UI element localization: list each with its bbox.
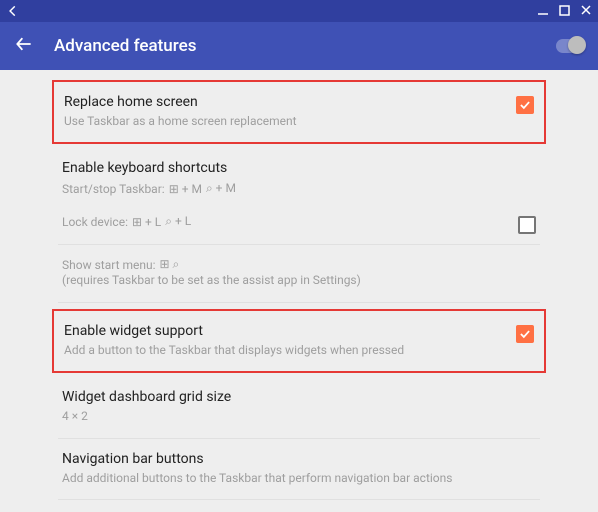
checkbox-on-icon[interactable]	[516, 325, 534, 343]
appbar: Advanced features	[0, 22, 598, 70]
setting-note: (requires Taskbar to be set as the assis…	[62, 272, 486, 289]
setting-desc: Use Taskbar as a home screen replacement	[64, 113, 484, 130]
checkbox-off-icon[interactable]	[518, 216, 536, 234]
setting-third-party-integration[interactable]: Allow third-party app integration Disabl…	[58, 500, 540, 512]
setting-show-start-menu[interactable]: Show start menu: ⊞ ⌕ (requires Taskbar t…	[58, 245, 540, 302]
setting-title: Enable widget support	[64, 323, 484, 339]
setting-desc: Add additional buttons to the Taskbar th…	[62, 470, 486, 487]
setting-desc: Add a button to the Taskbar that display…	[64, 342, 484, 359]
setting-title: Widget dashboard grid size	[62, 389, 486, 405]
setting-replace-home-screen[interactable]: Replace home screen Use Taskbar as a hom…	[52, 80, 546, 144]
setting-title: Replace home screen	[64, 94, 484, 110]
setting-lock-device-shortcut[interactable]: Lock device: ⊞ + L ⌕ + L	[58, 204, 540, 245]
appbar-back-button[interactable]	[14, 34, 34, 58]
setting-enable-widget-support[interactable]: Enable widget support Add a button to th…	[52, 309, 546, 373]
checkbox-on-icon[interactable]	[516, 96, 534, 114]
page-title: Advanced features	[54, 36, 556, 56]
settings-list: Replace home screen Use Taskbar as a hom…	[0, 70, 598, 512]
setting-widget-grid-size[interactable]: Widget dashboard grid size 4 × 2	[58, 373, 540, 438]
setting-title: Navigation bar buttons	[62, 451, 486, 467]
keyboard-shortcut-line: Lock device: ⊞ + L ⌕ + L	[62, 214, 486, 229]
setting-keyboard-shortcuts[interactable]: Enable keyboard shortcuts Start/stop Tas…	[58, 144, 540, 204]
window-minimize-button[interactable]	[537, 3, 549, 19]
setting-title: Enable keyboard shortcuts	[62, 160, 486, 176]
window-titlebar	[0, 0, 598, 22]
setting-desc: 4 × 2	[62, 408, 486, 425]
window-close-button[interactable]	[580, 3, 592, 19]
window-maximize-button[interactable]	[559, 3, 570, 19]
setting-navigation-bar-buttons[interactable]: Navigation bar buttons Add additional bu…	[58, 439, 540, 500]
keyboard-shortcut-line: Start/stop Taskbar: ⊞ + M ⌕ + M	[62, 181, 486, 196]
keyboard-shortcut-line: Show start menu: ⊞ ⌕	[62, 257, 486, 272]
titlebar-back-button[interactable]	[6, 4, 20, 18]
master-toggle[interactable]	[556, 39, 584, 53]
